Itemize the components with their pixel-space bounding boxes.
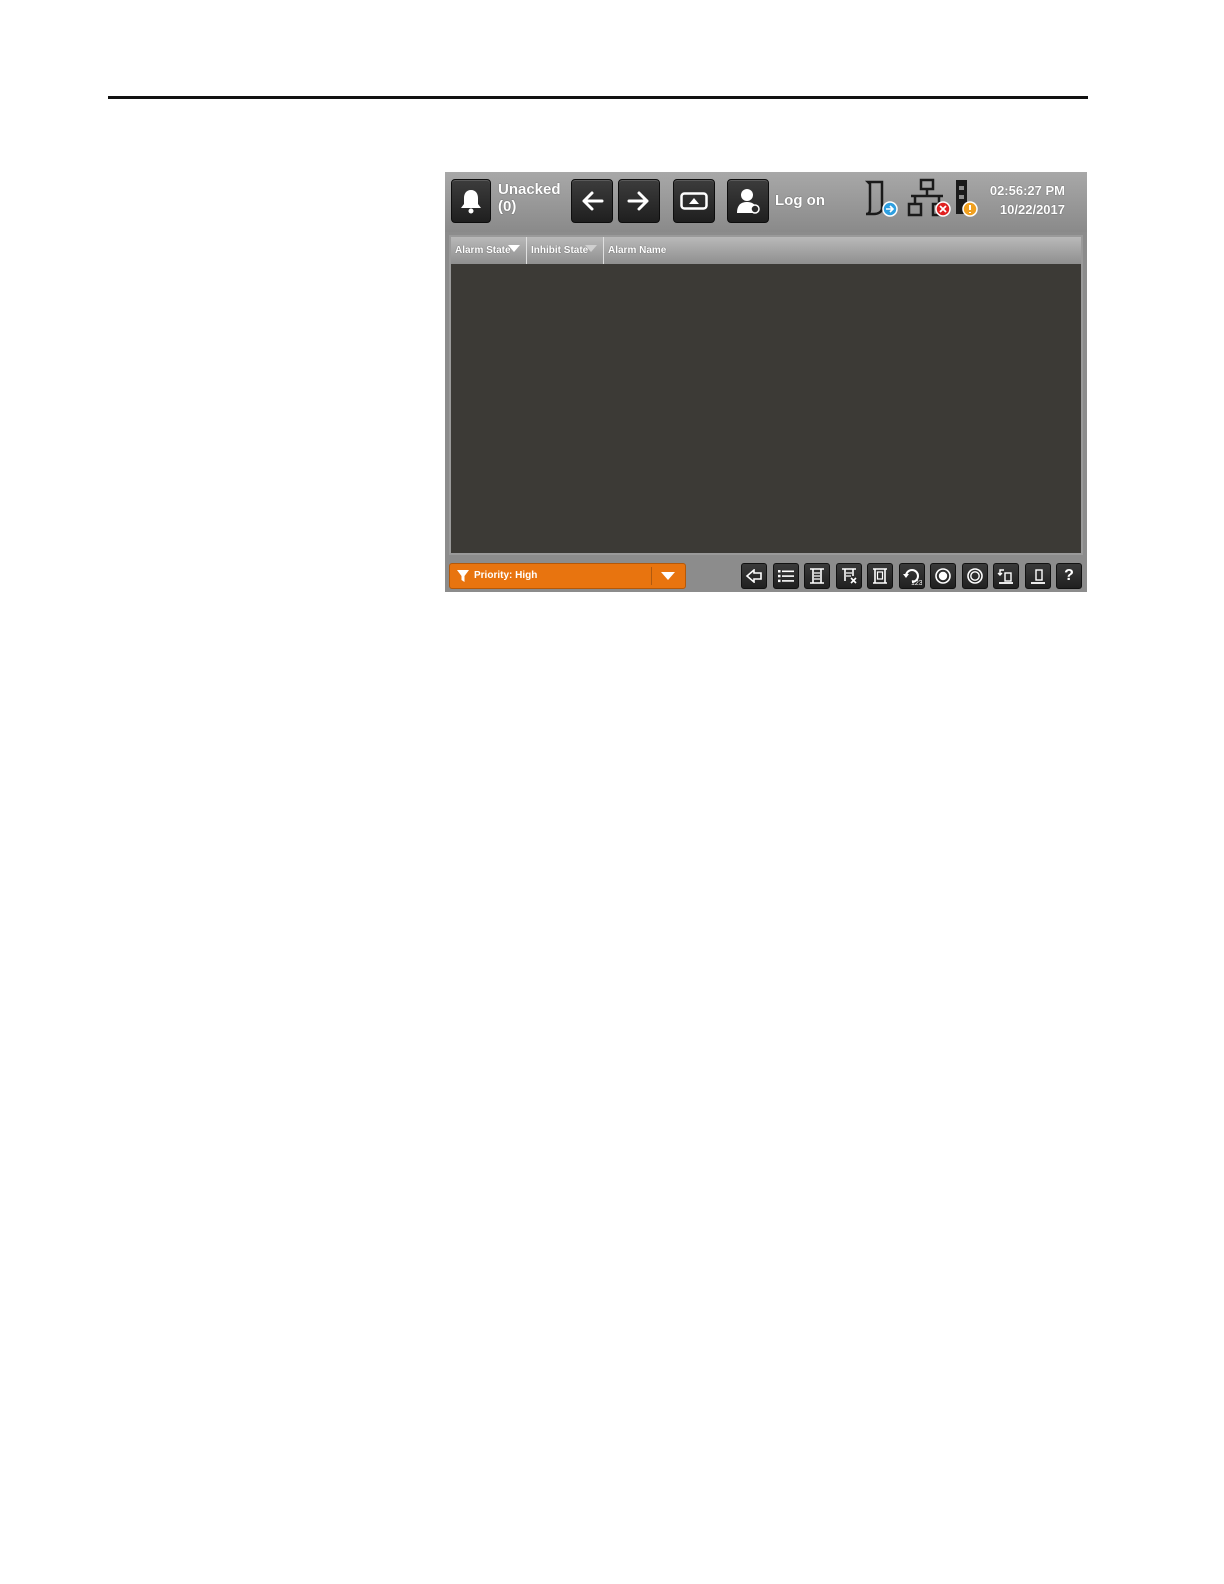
- funnel-icon: [457, 570, 469, 582]
- shelve-icon: [997, 569, 1013, 584]
- controller-status-icon: [956, 180, 978, 217]
- column-header-inhibit-state[interactable]: Inhibit State: [527, 237, 604, 264]
- chevron-down-icon[interactable]: [661, 572, 675, 580]
- alarm-history-icon: [864, 180, 898, 217]
- alarm-status-label: Unacked: [498, 181, 561, 198]
- shelve-off-button[interactable]: [962, 563, 988, 589]
- radio-filled-icon: [935, 568, 951, 584]
- unshelve-button[interactable]: [1025, 563, 1051, 589]
- bell-icon: [461, 190, 481, 214]
- back-button[interactable]: [571, 179, 613, 223]
- arrow-right-icon: [627, 191, 649, 211]
- column-header-label: Alarm Name: [608, 245, 667, 256]
- network-status-icon: [907, 178, 951, 217]
- sort-triangle-icon: [508, 245, 520, 252]
- help-icon: ?: [1064, 567, 1074, 584]
- navigation-menu-button[interactable]: [673, 179, 715, 223]
- priority-filter-dropdown[interactable]: Priority: High: [449, 563, 686, 589]
- screen-up-icon: [680, 192, 708, 210]
- unshelve-icon: [1031, 569, 1045, 584]
- user-icon: [737, 189, 760, 214]
- bottom-toolbar: Priority: High 123 ?: [445, 559, 1087, 592]
- sort-triangle-icon: [585, 245, 597, 252]
- back-icon: [745, 569, 762, 583]
- help-button[interactable]: ?: [1056, 563, 1082, 589]
- details-icon: [873, 568, 887, 584]
- column-header-alarm-state[interactable]: Alarm State: [451, 237, 527, 264]
- column-header-label: Inhibit State: [531, 245, 589, 256]
- back-action-button[interactable]: [741, 563, 767, 589]
- shelve-button[interactable]: [993, 563, 1019, 589]
- alarm-table[interactable]: Alarm State Inhibit State Alarm Name: [449, 235, 1083, 555]
- time-display: 02:56:27 PM: [989, 183, 1065, 198]
- table-header: Alarm State Inhibit State Alarm Name: [451, 237, 1081, 264]
- logon-label: Log on: [775, 192, 825, 209]
- column-header-alarm-name[interactable]: Alarm Name: [604, 237, 1081, 264]
- list-view-button[interactable]: [773, 563, 799, 589]
- date-display: 10/22/2017: [999, 202, 1065, 217]
- top-bar: Unacked (0) Log on 02:56:27 PM 10/22/201…: [445, 172, 1087, 232]
- alarm-bell-button[interactable]: [451, 179, 491, 223]
- logon-button[interactable]: [727, 179, 769, 223]
- deselect-icon: [842, 568, 857, 584]
- shelve-on-button[interactable]: [930, 563, 956, 589]
- arrow-left-icon: [582, 191, 604, 211]
- deselect-button[interactable]: [836, 563, 862, 589]
- page-header-rule: [108, 96, 1088, 99]
- alarm-status-count: (0): [498, 198, 517, 215]
- reset-count-button[interactable]: 123: [899, 563, 925, 589]
- radio-empty-icon: [967, 568, 983, 584]
- filter-divider: [651, 567, 652, 585]
- select-all-button[interactable]: [804, 563, 830, 589]
- hmi-alarm-screen: Unacked (0) Log on 02:56:27 PM 10/22/201…: [445, 172, 1087, 592]
- select-all-icon: [810, 568, 824, 584]
- alarm-details-button[interactable]: [867, 563, 893, 589]
- svg-text:123: 123: [911, 580, 922, 586]
- alarm-status-text: Unacked (0): [498, 181, 561, 215]
- clock: 02:56:27 PM 10/22/2017: [990, 181, 1065, 219]
- forward-button[interactable]: [618, 179, 660, 223]
- list-icon: [778, 570, 794, 583]
- refresh-count-icon: 123: [903, 569, 922, 586]
- filter-label: Priority: High: [474, 570, 538, 581]
- column-header-label: Alarm State: [455, 245, 511, 256]
